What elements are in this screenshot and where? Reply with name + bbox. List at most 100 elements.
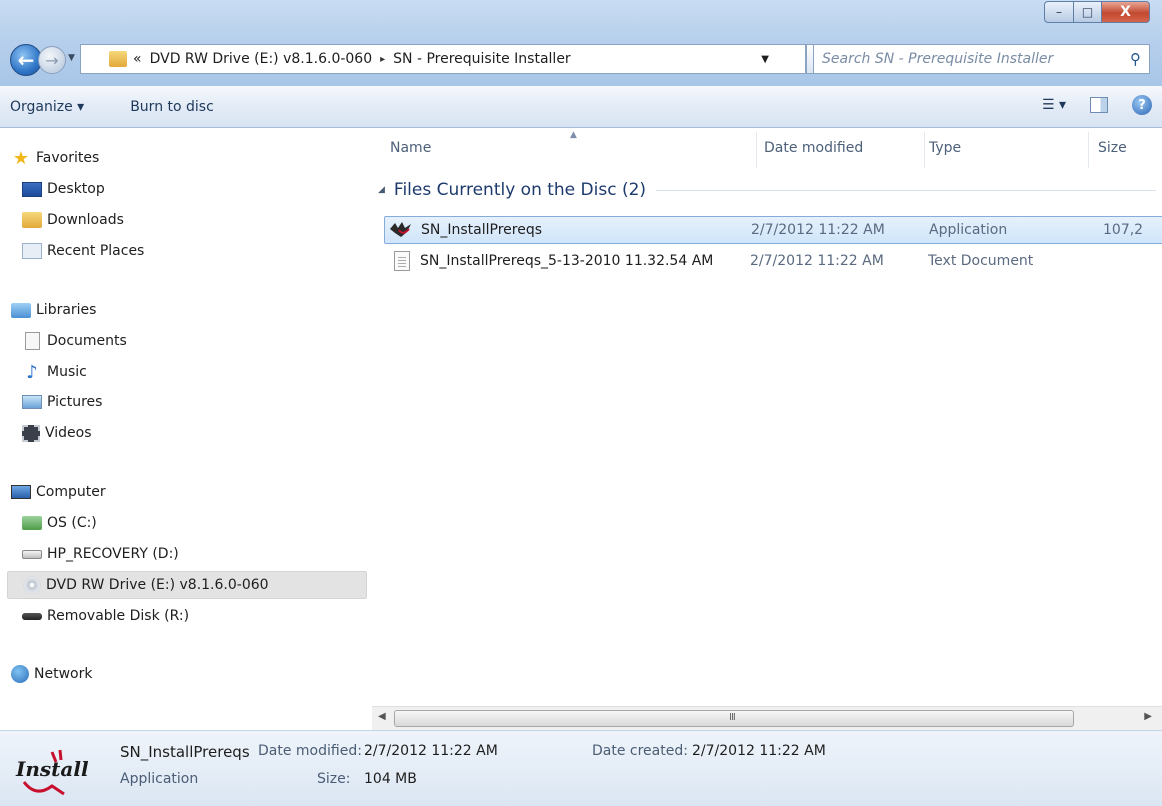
group-title: Files Currently on the Disc (2) bbox=[393, 180, 647, 200]
close-button[interactable]: X bbox=[1102, 1, 1150, 23]
command-bar: Organize ▾ Burn to disc ☰ ▾ ? bbox=[0, 86, 1162, 128]
nav-removable-disk-r[interactable]: Removable Disk (R:) bbox=[22, 604, 189, 628]
desktop-icon bbox=[22, 181, 42, 197]
file-date-modified: 2/7/2012 11:22 AM bbox=[751, 222, 885, 238]
nav-recent-places[interactable]: Recent Places bbox=[22, 239, 144, 263]
address-bar[interactable]: « DVD RW Drive (E:) v8.1.6.0-060 ▸ SN - … bbox=[80, 44, 806, 74]
address-dropdown-icon[interactable]: ▼ bbox=[761, 54, 769, 65]
details-size-value: 104 MB bbox=[364, 771, 417, 787]
libraries-icon bbox=[11, 302, 31, 318]
column-header-size[interactable]: Size bbox=[1098, 140, 1127, 156]
sort-ascending-icon: ▲ bbox=[570, 130, 577, 140]
nav-label: Music bbox=[47, 364, 87, 380]
details-file-type: Application bbox=[120, 771, 199, 787]
group-divider bbox=[656, 189, 1156, 191]
details-date-created-label: Date created: bbox=[592, 743, 688, 759]
file-row[interactable]: SN_InstallPrereqs 2/7/2012 11:22 AM Appl… bbox=[384, 216, 1162, 244]
nav-network[interactable]: Network bbox=[11, 662, 92, 686]
window-controls: – □ X bbox=[1044, 1, 1150, 23]
nav-label: Recent Places bbox=[47, 243, 145, 259]
recent-places-icon bbox=[22, 243, 42, 259]
back-arrow-icon: ← bbox=[17, 48, 35, 72]
search-icon[interactable]: ⚲ bbox=[1130, 50, 1141, 68]
nav-label: Computer bbox=[36, 484, 106, 500]
file-row[interactable]: SN_InstallPrereqs_5-13-2010 11.32.54 AM … bbox=[384, 247, 1162, 275]
nav-pictures[interactable]: Pictures bbox=[22, 390, 102, 414]
column-divider[interactable] bbox=[1088, 132, 1089, 168]
window-titlebar: – □ X ← → « DVD RW Drive (E:) v8.1.6.0-0… bbox=[0, 0, 1162, 86]
maximize-button[interactable]: □ bbox=[1074, 1, 1102, 23]
address-overflow[interactable]: « bbox=[133, 51, 142, 67]
pictures-icon bbox=[22, 395, 42, 409]
recent-pages-dropdown-icon[interactable]: ▼ bbox=[68, 53, 75, 63]
nav-music[interactable]: ♪ Music bbox=[22, 360, 87, 384]
nav-os-c[interactable]: OS (C:) bbox=[22, 511, 97, 535]
svg-text:Installix: Installix bbox=[15, 757, 88, 781]
details-size-label: Size: bbox=[317, 771, 351, 787]
column-header-date-modified[interactable]: Date modified bbox=[764, 140, 863, 156]
burn-to-disc-button[interactable]: Burn to disc bbox=[130, 99, 214, 115]
preview-pane-icon[interactable] bbox=[1090, 97, 1108, 113]
help-icon[interactable]: ? bbox=[1132, 95, 1152, 115]
scroll-right-arrow-icon[interactable]: ▶ bbox=[1144, 711, 1152, 722]
search-input[interactable]: Search SN - Prerequisite Installer ⚲ bbox=[813, 44, 1150, 74]
nav-label: Documents bbox=[47, 333, 127, 349]
column-divider[interactable] bbox=[756, 132, 757, 168]
forward-button[interactable]: → bbox=[38, 46, 66, 74]
file-list: ▲ Name Date modified Type Size ◢ Files C… bbox=[372, 128, 1162, 706]
details-date-created-value: 2/7/2012 11:22 AM bbox=[692, 743, 826, 759]
change-view-icon[interactable]: ☰ ▾ bbox=[1042, 97, 1066, 113]
details-pane: Installix SN_InstallPrereqs Application … bbox=[0, 730, 1162, 806]
nav-desktop[interactable]: Desktop bbox=[22, 177, 105, 201]
file-type: Application bbox=[929, 222, 1008, 238]
installix-logo-icon: Installix bbox=[15, 749, 88, 796]
folder-icon bbox=[109, 51, 127, 67]
music-note-icon: ♪ bbox=[26, 361, 38, 383]
file-date-modified: 2/7/2012 11:22 AM bbox=[750, 253, 884, 269]
nav-label: Removable Disk (R:) bbox=[47, 608, 190, 624]
column-divider[interactable] bbox=[924, 132, 925, 168]
text-document-icon bbox=[394, 251, 410, 271]
details-file-name: SN_InstallPrereqs bbox=[120, 743, 250, 761]
nav-documents[interactable]: Documents bbox=[22, 329, 127, 353]
nav-computer[interactable]: Computer bbox=[11, 480, 106, 504]
nav-libraries[interactable]: Libraries bbox=[11, 298, 96, 322]
scroll-left-arrow-icon[interactable]: ◀ bbox=[378, 711, 386, 722]
nav-dvd-rw-drive-e[interactable]: DVD RW Drive (E:) v8.1.6.0-060 bbox=[7, 571, 367, 599]
file-name: SN_InstallPrereqs bbox=[421, 222, 543, 238]
column-header-name[interactable]: Name bbox=[390, 140, 431, 156]
file-type: Text Document bbox=[928, 253, 1034, 269]
breadcrumb-prerequisite-installer[interactable]: SN - Prerequisite Installer bbox=[393, 51, 571, 67]
file-name: SN_InstallPrereqs_5-13-2010 11.32.54 AM bbox=[420, 253, 714, 269]
nav-videos[interactable]: Videos bbox=[22, 421, 92, 445]
nav-label: Downloads bbox=[47, 212, 124, 228]
nav-downloads[interactable]: Downloads bbox=[22, 208, 124, 232]
dvd-disc-icon bbox=[23, 576, 41, 594]
collapse-triangle-icon[interactable]: ◢ bbox=[378, 185, 385, 195]
breadcrumb-dvd-drive[interactable]: DVD RW Drive (E:) v8.1.6.0-060 bbox=[150, 51, 373, 67]
nav-label: HP_RECOVERY (D:) bbox=[47, 546, 179, 562]
details-date-modified-value: 2/7/2012 11:22 AM bbox=[364, 743, 498, 759]
column-header-type[interactable]: Type bbox=[929, 140, 961, 156]
hard-drive-icon bbox=[22, 549, 42, 559]
computer-icon bbox=[11, 485, 31, 499]
details-date-modified-label: Date modified: bbox=[258, 743, 362, 759]
breadcrumb-chevron-icon[interactable]: ▸ bbox=[380, 54, 385, 65]
nav-hp-recovery-d[interactable]: HP_RECOVERY (D:) bbox=[22, 542, 179, 566]
nav-favorites[interactable]: ★ Favorites bbox=[11, 146, 99, 170]
videos-film-icon bbox=[22, 424, 40, 442]
search-placeholder: Search SN - Prerequisite Installer bbox=[822, 51, 1054, 67]
network-icon bbox=[11, 665, 29, 683]
scrollbar-thumb[interactable]: III bbox=[394, 710, 1074, 727]
os-drive-icon bbox=[22, 516, 42, 530]
group-header[interactable]: ◢ Files Currently on the Disc (2) bbox=[378, 180, 1156, 200]
horizontal-scrollbar[interactable]: ◀ III ▶ bbox=[372, 706, 1162, 730]
minimize-button[interactable]: – bbox=[1044, 1, 1074, 23]
documents-icon bbox=[25, 332, 40, 350]
nav-label: Network bbox=[34, 666, 93, 682]
nav-label: Libraries bbox=[36, 302, 97, 318]
navigation-pane: ★ Favorites Desktop Downloads Recent Pla… bbox=[0, 128, 372, 706]
nav-label: Desktop bbox=[47, 181, 105, 197]
organize-button[interactable]: Organize ▾ bbox=[10, 99, 84, 115]
nav-label: OS (C:) bbox=[47, 515, 97, 531]
